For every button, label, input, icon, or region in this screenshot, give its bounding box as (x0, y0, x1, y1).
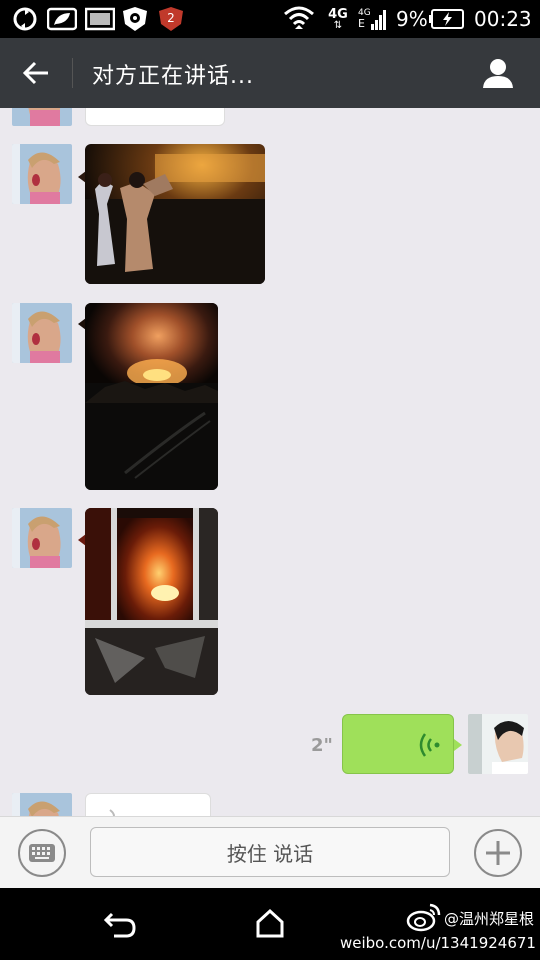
shield-icon (120, 6, 150, 32)
image-message[interactable] (85, 508, 218, 695)
navigation-bar: @温州郑星根 weibo.com/u/1341924671 (0, 888, 540, 960)
more-options-button[interactable] (474, 829, 522, 877)
badge-icon: 2 (156, 6, 186, 32)
badge-count: 2 (167, 11, 175, 25)
clock: 00:23 (474, 7, 532, 31)
title-divider (72, 58, 73, 88)
sender-avatar[interactable] (12, 508, 72, 568)
image-message[interactable] (85, 303, 218, 490)
sender-avatar[interactable] (12, 108, 72, 126)
status-bar: 2 4G ⇅ 4G E 9% 00:23 (0, 0, 540, 38)
bubble-tail-right (454, 739, 462, 751)
voice-duration: 2" (311, 735, 333, 756)
nav-back-button[interactable] (100, 908, 140, 942)
chat-title: 对方正在讲话... (92, 64, 254, 89)
plus-icon (486, 841, 510, 865)
keyboard-toggle-button[interactable] (18, 829, 66, 877)
sender-avatar[interactable] (12, 303, 72, 363)
image-notification-icon (84, 6, 116, 32)
back-button[interactable] (14, 52, 58, 94)
sync-icon (10, 6, 40, 32)
sender-avatar[interactable] (12, 793, 72, 816)
back-icon (103, 912, 136, 938)
voice-message-bubble[interactable] (342, 714, 454, 774)
contact-info-button[interactable] (476, 52, 520, 94)
battery-percent: 9% (396, 7, 428, 31)
person-icon (483, 59, 513, 88)
input-bar: 按住 说话 (0, 816, 540, 888)
voice-message-bubble[interactable] (85, 793, 211, 816)
keyboard-icon (29, 844, 55, 862)
image-message[interactable] (85, 144, 265, 284)
chat-area[interactable]: 2" (0, 108, 540, 816)
home-icon (256, 908, 284, 938)
signal-icon: 4G E (358, 6, 388, 32)
watermark-url: weibo.com/u/1341924671 (340, 934, 536, 952)
self-avatar[interactable] (468, 714, 528, 774)
voice-wave-icon (109, 809, 115, 816)
weibo-logo-icon (406, 902, 442, 932)
watermark-handle: @温州郑星根 (444, 910, 535, 928)
title-bar: 对方正在讲话... (0, 38, 540, 108)
sender-avatar[interactable] (12, 144, 72, 204)
nav-home-button[interactable] (250, 906, 290, 940)
wifi-icon (282, 6, 316, 32)
battery-icon (428, 6, 466, 32)
image-message[interactable] (85, 108, 225, 126)
network-4g-label: 4G (328, 6, 348, 22)
hold-to-talk-button[interactable]: 按住 说话 (90, 827, 450, 877)
leaf-icon (46, 6, 78, 32)
voice-wave-icon (419, 733, 440, 757)
arrow-left-icon (22, 61, 48, 85)
network-4g-icon: 4G ⇅ (328, 6, 348, 31)
network-e-label: E (358, 17, 365, 30)
